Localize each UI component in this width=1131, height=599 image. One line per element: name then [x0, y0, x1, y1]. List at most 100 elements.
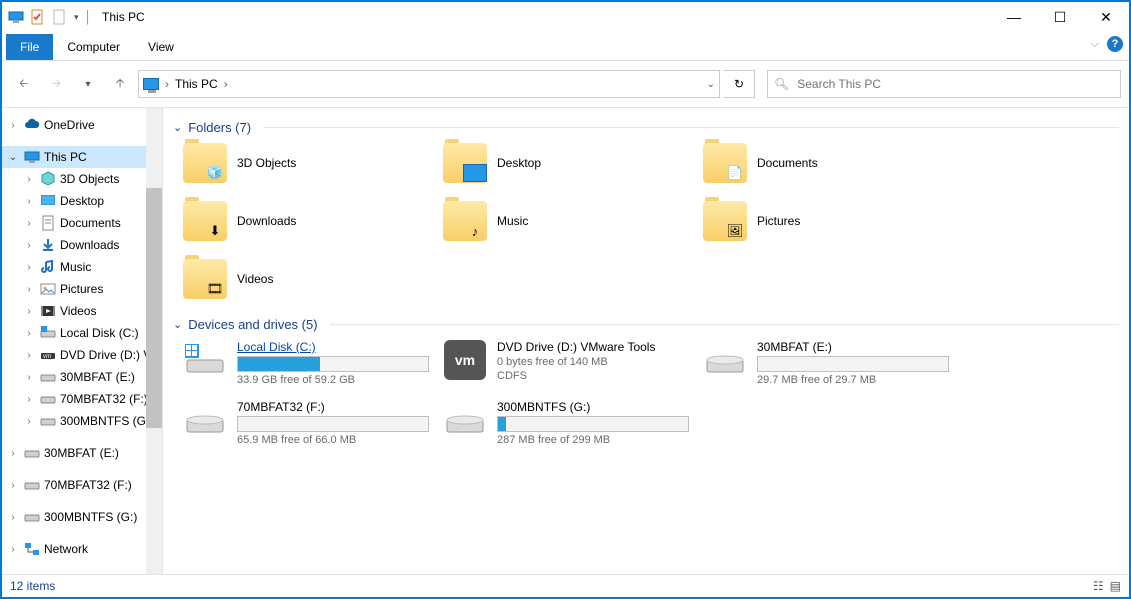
tree-item[interactable]: ⌄This PC [2, 146, 162, 168]
group-header-drives[interactable]: ⌄ Devices and drives (5) [173, 317, 1119, 332]
drive-capacity-bar [237, 416, 429, 432]
drive-free-space: 29.7 MB free of 29.7 MB [757, 374, 949, 386]
qat-dropdown-icon[interactable]: ▾ [74, 12, 79, 23]
folder-item[interactable]: ♪Music [443, 201, 693, 241]
chevron-right-icon[interactable]: › [22, 394, 36, 405]
folder-item[interactable]: 📄Documents [703, 143, 953, 183]
tree-item-label: Music [60, 260, 91, 274]
chevron-right-icon[interactable]: › [22, 328, 36, 339]
chevron-right-icon[interactable]: › [6, 448, 20, 459]
tree-item-label: 3D Objects [60, 172, 119, 186]
drive-item[interactable]: vmDVD Drive (D:) VMware Tools0 bytes fre… [443, 340, 693, 386]
chevron-right-icon[interactable]: › [22, 174, 36, 185]
drive-label: DVD Drive (D:) VMware Tools [497, 340, 655, 354]
folder-icon: 📄 [703, 143, 747, 183]
close-button[interactable]: ✕ [1083, 2, 1129, 32]
recent-locations-icon[interactable]: ▾ [74, 70, 102, 98]
nav-bar: 🡠 🡢 ▾ 🡡 › This PC › ⌄ ↻ 🔍︎ [2, 61, 1129, 108]
search-box[interactable]: 🔍︎ [767, 70, 1121, 98]
tree-item[interactable]: ›300MBNTFS (G:) [2, 506, 162, 528]
ribbon-expand-icon[interactable]: ⌵ [1091, 38, 1099, 51]
tab-computer[interactable]: Computer [53, 34, 134, 60]
help-icon[interactable]: ? [1107, 36, 1123, 52]
breadcrumb-location[interactable]: This PC [175, 77, 218, 91]
app-icon [8, 9, 24, 25]
window-title: This PC [98, 10, 145, 24]
chevron-right-icon[interactable]: › [6, 480, 20, 491]
tree-item[interactable]: › 30MBFAT (E:) [2, 366, 162, 388]
chevron-right-icon[interactable]: › [6, 512, 20, 523]
chevron-right-icon[interactable]: › [6, 544, 20, 555]
search-input[interactable] [795, 76, 1114, 92]
tree-item[interactable]: ›vmDVD Drive (D:) V [2, 344, 162, 366]
folder-item[interactable]: 🎞Videos [183, 259, 433, 299]
video-icon [40, 303, 56, 319]
view-details-icon[interactable]: ☷ [1093, 579, 1104, 593]
tree-item[interactable]: ›Local Disk (C:) [2, 322, 162, 344]
group-header-folders[interactable]: ⌄ Folders (7) [173, 120, 1119, 135]
chevron-right-icon[interactable]: › [22, 196, 36, 207]
tree-item[interactable]: ›30MBFAT (E:) [2, 442, 162, 464]
chevron-right-icon[interactable]: › [22, 350, 36, 361]
up-button[interactable]: 🡡 [106, 70, 134, 98]
view-large-icon[interactable]: ▤ [1110, 579, 1121, 593]
tree-item[interactable]: ›Network [2, 538, 162, 560]
tree-item[interactable]: ›OneDrive [2, 114, 162, 136]
folder-item[interactable]: Desktop [443, 143, 693, 183]
tree-item[interactable]: ›Downloads [2, 234, 162, 256]
tree-item[interactable]: › Videos [2, 300, 162, 322]
tree-item[interactable]: ›70MBFAT32 (F:) [2, 474, 162, 496]
forward-button[interactable]: 🡢 [42, 70, 70, 98]
drive-item[interactable]: 300MBNTFS (G:)287 MB free of 299 MB [443, 400, 693, 446]
drive-item[interactable]: Local Disk (C:)33.9 GB free of 59.2 GB [183, 340, 433, 386]
tree-item-label: Documents [60, 216, 121, 230]
folder-item[interactable]: 🖼Pictures [703, 201, 953, 241]
disk-icon [40, 391, 56, 407]
picture-icon: 🖼 [723, 221, 747, 241]
qat-newfolder-icon[interactable] [52, 9, 68, 25]
minimize-button[interactable]: — [991, 2, 1037, 32]
tab-file[interactable]: File [6, 34, 53, 60]
chevron-down-icon[interactable]: ⌄ [6, 152, 20, 163]
tree-item[interactable]: › 3D Objects [2, 168, 162, 190]
video-icon: 🎞 [203, 279, 227, 299]
chevron-right-icon[interactable]: › [22, 218, 36, 229]
tab-view[interactable]: View [134, 34, 188, 60]
refresh-button[interactable]: ↻ [724, 70, 755, 98]
chevron-right-icon[interactable]: › [22, 306, 36, 317]
folder-icon: 🖼 [703, 201, 747, 241]
sidebar-scrollbar-thumb[interactable] [146, 188, 162, 428]
back-button[interactable]: 🡠 [10, 70, 38, 98]
chevron-right-icon[interactable]: › [6, 120, 20, 131]
drive-item[interactable]: 30MBFAT (E:)29.7 MB free of 29.7 MB [703, 340, 953, 386]
doc-icon [40, 215, 56, 231]
tree-item[interactable]: › Music [2, 256, 162, 278]
tree-item[interactable]: ›Pictures [2, 278, 162, 300]
tree-item[interactable]: › 70MBFAT32 (F:) [2, 388, 162, 410]
address-dropdown-icon[interactable]: ⌄ [707, 79, 715, 90]
folder-item[interactable]: 🧊3D Objects [183, 143, 433, 183]
maximize-button[interactable]: ☐ [1037, 2, 1083, 32]
disk-icon [24, 477, 40, 493]
tree-item[interactable]: ›300MBNTFS (G:) [2, 410, 162, 432]
chevron-right-icon[interactable]: › [22, 284, 36, 295]
chevron-right-icon[interactable]: › [22, 416, 36, 427]
drive-free-space: 287 MB free of 299 MB [497, 434, 689, 446]
drive-free-space: 33.9 GB free of 59.2 GB [237, 374, 429, 386]
folder-icon [443, 143, 487, 183]
tree-item-label: 70MBFAT32 (F:) [60, 392, 148, 406]
address-bar[interactable]: › This PC › ⌄ [138, 70, 720, 98]
tree-item[interactable]: ›Desktop [2, 190, 162, 212]
chevron-right-icon[interactable]: › [22, 262, 36, 273]
chevron-right-icon[interactable]: › [22, 372, 36, 383]
folder-item[interactable]: ⬇Downloads [183, 201, 433, 241]
qat-properties-icon[interactable] [30, 9, 46, 25]
tree-item[interactable]: › Documents [2, 212, 162, 234]
drive-label: 70MBFAT32 (F:) [237, 400, 429, 414]
drive-item[interactable]: 70MBFAT32 (F:)65.9 MB free of 66.0 MB [183, 400, 433, 446]
chevron-right-icon[interactable]: › [22, 240, 36, 251]
tree-item-label: Videos [60, 304, 96, 318]
tree-item-label: 30MBFAT (E:) [60, 370, 135, 384]
content-pane: ⌄ Folders (7) 🧊3D ObjectsDesktop📄Documen… [163, 108, 1129, 574]
cube-icon [40, 171, 56, 187]
